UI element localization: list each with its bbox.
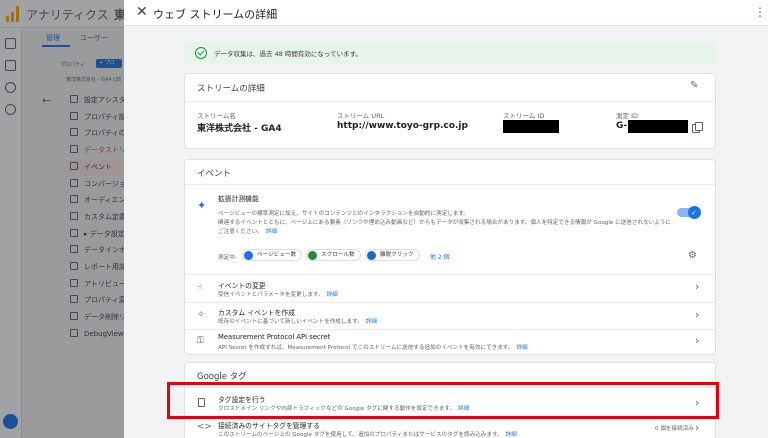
manage-connected-site-tags-row[interactable]: <> 接続済みのサイトタグを管理する このストリームのページ上の Google … <box>185 419 715 438</box>
row-title: Measurement Protocol API secret <box>218 333 331 341</box>
row-title: 接続済みのサイトタグを管理する <box>218 422 320 430</box>
measurement-protocol-row[interactable]: ⚿ Measurement Protocol API secret API Se… <box>185 330 715 355</box>
row-desc: このストリームのページ上の Google タグを使用して、追加のプロパティまたは… <box>218 432 517 438</box>
more-events-link[interactable]: 他 2 個 <box>430 252 450 261</box>
click-icon <box>367 251 376 260</box>
sheet-title: ウェブ ストリームの詳細 <box>153 8 278 21</box>
card-title: Google タグ <box>197 372 247 382</box>
row-desc: API Secret を作成すれば、Measurement Protocol で… <box>218 345 528 351</box>
touch-icon: ☝ <box>197 283 203 293</box>
measurement-id-prefix: G- <box>616 121 628 131</box>
eye-icon <box>244 251 253 260</box>
detail-link[interactable]: 詳細 <box>366 319 377 325</box>
web-stream-details-sheet: ✕ ウェブ ストリームの詳細 ⋮ データ収集は、過去 48 時間有効になっていま… <box>124 0 768 438</box>
data-collection-banner: データ収集は、過去 48 時間有効になっています。 <box>184 42 716 64</box>
divider <box>185 184 715 185</box>
toggle-check-icon: ✓ <box>691 209 697 217</box>
stream-name-value: 東洋株式会社 - GA4 <box>197 124 282 134</box>
chevron-right-icon: › <box>695 421 700 434</box>
code-arrows-icon: <> <box>197 422 213 432</box>
row-desc: 受信イベントとパラメータを変更します。 詳細 <box>218 292 338 298</box>
detail-link[interactable]: 詳細 <box>506 432 517 438</box>
stream-url-value: http://www.toyo-grp.co.jp <box>337 121 468 131</box>
close-icon[interactable]: ✕ <box>136 4 148 20</box>
stream-id-redacted <box>503 120 559 133</box>
stream-details-card: ストリームの詳細 ✎ ストリーム名 東洋株式会社 - GA4 ストリーム URL… <box>184 73 716 149</box>
create-custom-event-row[interactable]: ✧ カスタム イベントを作成 既存のイベントに基づいて新しいイベントを作成します… <box>185 303 715 329</box>
detail-link[interactable]: 詳細 <box>327 292 338 298</box>
chip-outbound-clicks: 離脱クリック <box>365 249 420 261</box>
more-vert-icon[interactable]: ⋮ <box>754 5 766 19</box>
card-title: ストリームの詳細 <box>197 84 265 94</box>
row-title: カスタム イベントを作成 <box>218 309 295 317</box>
events-card: イベント ✦ 拡張計測機能 ページビューの標準測定に加え、サイトのコンテンツとの… <box>184 159 716 355</box>
enhanced-desc-1: ページビューの標準測定に加え、サイトのコンテンツとのインタラクションを自動的に測… <box>218 211 469 217</box>
card-title: イベント <box>197 169 232 179</box>
chevron-right-icon: › <box>695 308 700 321</box>
connected-count: 0 個を接続済み <box>655 426 694 432</box>
sparkle-icon: ✦ <box>197 199 207 212</box>
chip-page-views: ページビュー数 <box>242 249 303 261</box>
row-desc: 既存のイベントに基づいて新しいイベントを作成します。 詳細 <box>218 319 377 325</box>
sheet-header: ✕ ウェブ ストリームの詳細 ⋮ <box>124 0 768 26</box>
measurement-id-label: 測定 ID <box>616 112 638 120</box>
stream-name-label: ストリーム名 <box>197 112 236 120</box>
banner-text: データ収集は、過去 48 時間有効になっています。 <box>214 50 362 58</box>
row-title: イベントの変更 <box>218 282 266 290</box>
enhanced-desc-2: 関連するイベントとともに、ページ上にある要素（リンクや埋め込み動画など）からもデ… <box>218 220 671 226</box>
key-icon: ⚿ <box>197 336 204 346</box>
stream-id-label: ストリーム ID <box>503 112 545 120</box>
chevron-right-icon: › <box>695 280 700 293</box>
sparkle-touch-icon: ✧ <box>197 310 205 320</box>
detail-link[interactable]: 詳細 <box>266 229 277 235</box>
measuring-label: 測定中: <box>218 255 237 261</box>
divider <box>185 101 715 102</box>
edit-pencil-icon[interactable]: ✎ <box>690 80 698 91</box>
scroll-icon <box>308 251 317 260</box>
detail-link[interactable]: 詳細 <box>516 345 527 351</box>
stream-url-label: ストリーム URL <box>337 112 385 120</box>
check-circle-icon <box>195 47 207 59</box>
chevron-right-icon: › <box>695 334 700 347</box>
measurement-id-redacted <box>628 120 688 133</box>
highlight-box <box>167 382 719 419</box>
settings-icon[interactable]: ⚙ <box>688 250 697 261</box>
chip-scrolls: スクロール数 <box>306 249 361 261</box>
copy-icon[interactable] <box>692 122 703 133</box>
enhanced-desc-3: ご注意ください。 詳細 <box>218 229 277 235</box>
enhanced-measurement-title: 拡張計測機能 <box>218 195 259 203</box>
modify-events-row[interactable]: ☝ イベントの変更 受信イベントとパラメータを変更します。 詳細 › <box>185 275 715 302</box>
